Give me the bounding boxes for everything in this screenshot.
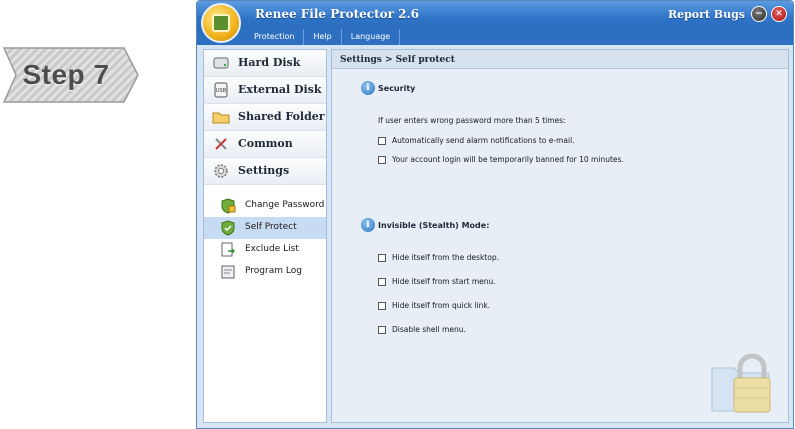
close-button[interactable]: ✕ [771, 6, 787, 22]
svg-text:USB: USB [216, 88, 227, 94]
submenu-item-label: Self Protect [245, 222, 297, 232]
send-alarm-checkbox[interactable] [378, 136, 386, 145]
submenu-item-label: Change Password [245, 200, 325, 210]
gear-icon [212, 163, 230, 179]
tools-icon [212, 136, 230, 152]
stealth-section-title: Invisible (Stealth) Mode: [378, 221, 490, 230]
menu-bar: Protection Help Language [197, 29, 793, 45]
step-label: Step 7 [22, 59, 110, 90]
option-label: Hide itself from quick link. [392, 301, 491, 310]
key-shield-icon [220, 198, 236, 214]
sidebar-item-settings[interactable]: Settings [204, 158, 326, 185]
menu-language[interactable]: Language [342, 29, 401, 45]
option-ban-login[interactable]: Your account login will be temporarily b… [378, 155, 624, 164]
app-logo-icon [201, 3, 241, 43]
minimize-icon: − [755, 9, 763, 19]
hide-quick-link-checkbox[interactable] [378, 301, 386, 310]
usb-disk-icon: USB [212, 82, 230, 98]
ban-login-checkbox[interactable] [378, 155, 386, 164]
sidebar: Hard Disk USB External Disk Shared Folde… [203, 49, 327, 423]
option-send-alarm[interactable]: Automatically send alarm notifications t… [378, 136, 575, 145]
step-badge: Step 7 [2, 44, 142, 106]
content-header: Settings > Self protect [332, 50, 788, 69]
option-label: Your account login will be temporarily b… [392, 155, 624, 164]
breadcrumb: Settings > Self protect [340, 55, 455, 65]
content-panel: Settings > Self protect i Security If us… [331, 49, 789, 423]
exclude-list-icon [220, 242, 236, 258]
security-section-title: Security [378, 84, 416, 93]
disable-shell-menu-checkbox[interactable] [378, 325, 386, 334]
report-bugs-link[interactable]: Report Bugs [668, 8, 745, 21]
app-title: Renee File Protector 2.6 [255, 7, 419, 21]
option-disable-shell-menu[interactable]: Disable shell menu. [378, 325, 466, 334]
hide-start-menu-checkbox[interactable] [378, 277, 386, 286]
settings-submenu: Change Password Self Protect Exclude Lis… [204, 185, 326, 283]
submenu-item-change-password[interactable]: Change Password [204, 195, 326, 217]
option-label: Automatically send alarm notifications t… [392, 136, 575, 145]
menu-help[interactable]: Help [304, 29, 342, 45]
submenu-item-label: Program Log [245, 266, 302, 276]
hide-desktop-checkbox[interactable] [378, 253, 386, 262]
title-bar[interactable]: Renee File Protector 2.6 Report Bugs − ✕ [197, 1, 793, 29]
menu-protection[interactable]: Protection [245, 29, 305, 45]
submenu-item-exclude-list[interactable]: Exclude List [204, 239, 326, 261]
info-icon: i [361, 218, 375, 232]
sidebar-item-label: Common [238, 137, 293, 150]
sidebar-item-hard-disk[interactable]: Hard Disk [204, 50, 326, 77]
option-hide-desktop[interactable]: Hide itself from the desktop. [378, 253, 499, 262]
sidebar-item-common[interactable]: Common [204, 131, 326, 158]
option-hide-quick-link[interactable]: Hide itself from quick link. [378, 301, 490, 310]
security-description: If user enters wrong password more than … [378, 116, 566, 125]
log-icon [220, 264, 236, 280]
option-label: Disable shell menu. [392, 325, 466, 334]
option-label: Hide itself from the desktop. [392, 253, 499, 262]
sidebar-item-shared-folder[interactable]: Shared Folder [204, 104, 326, 131]
sidebar-item-label: Settings [238, 164, 290, 177]
app-window: Renee File Protector 2.6 Report Bugs − ✕… [196, 0, 794, 429]
option-label: Hide itself from start menu. [392, 277, 496, 286]
minimize-button[interactable]: − [751, 6, 767, 22]
submenu-item-self-protect[interactable]: Self Protect [204, 217, 326, 239]
shield-icon [220, 220, 236, 236]
close-icon: ✕ [775, 9, 783, 19]
lock-folder-icon [710, 344, 782, 416]
sidebar-item-label: External Disk [238, 83, 322, 96]
submenu-item-program-log[interactable]: Program Log [204, 261, 326, 283]
option-hide-start-menu[interactable]: Hide itself from start menu. [378, 277, 496, 286]
folder-icon [212, 109, 230, 125]
submenu-item-label: Exclude List [245, 244, 299, 254]
sidebar-item-external-disk[interactable]: USB External Disk [204, 77, 326, 104]
sidebar-item-label: Shared Folder [238, 110, 325, 123]
hard-disk-icon [212, 55, 230, 71]
sidebar-item-label: Hard Disk [238, 56, 301, 69]
info-icon: i [361, 81, 375, 95]
